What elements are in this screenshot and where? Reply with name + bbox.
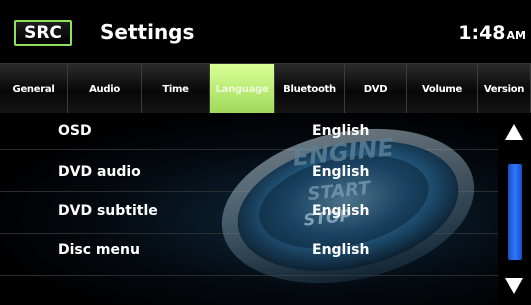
tab-language[interactable]: Language	[210, 64, 275, 114]
setting-value-osd[interactable]: English	[312, 123, 369, 139]
setting-value-dvd-subtitle[interactable]: English	[312, 203, 369, 219]
tab-volume[interactable]: Volume	[407, 64, 478, 114]
clock-ampm: AM	[506, 29, 526, 42]
setting-label-disc-menu[interactable]: Disc menu	[58, 242, 140, 258]
triangle-down-icon[interactable]	[505, 278, 523, 294]
triangle-up-icon[interactable]	[505, 124, 523, 140]
clock: 1:48AM	[458, 22, 526, 44]
page-title: Settings	[100, 20, 195, 44]
tab-dvd[interactable]: DVD	[345, 64, 407, 114]
setting-label-osd[interactable]: OSD	[58, 123, 92, 139]
setting-value-disc-menu[interactable]: English	[312, 242, 369, 258]
src-button[interactable]: SRC	[14, 20, 72, 46]
tab-general[interactable]: General	[0, 64, 68, 114]
scrollbar-thumb[interactable]	[508, 164, 522, 260]
setting-label-dvd-subtitle[interactable]: DVD subtitle	[58, 203, 158, 219]
tab-version[interactable]: Version	[478, 64, 531, 114]
tab-audio[interactable]: Audio	[68, 64, 142, 114]
top-bar: SRC Settings 1:48AM	[0, 0, 531, 58]
setting-label-dvd-audio[interactable]: DVD audio	[58, 164, 141, 180]
setting-value-dvd-audio[interactable]: English	[312, 164, 369, 180]
clock-time: 1:48	[458, 22, 506, 44]
settings-tabs: General Audio Time Language Bluetooth DV…	[0, 63, 531, 114]
tab-time[interactable]: Time	[142, 64, 210, 114]
tab-bluetooth[interactable]: Bluetooth	[275, 64, 345, 114]
